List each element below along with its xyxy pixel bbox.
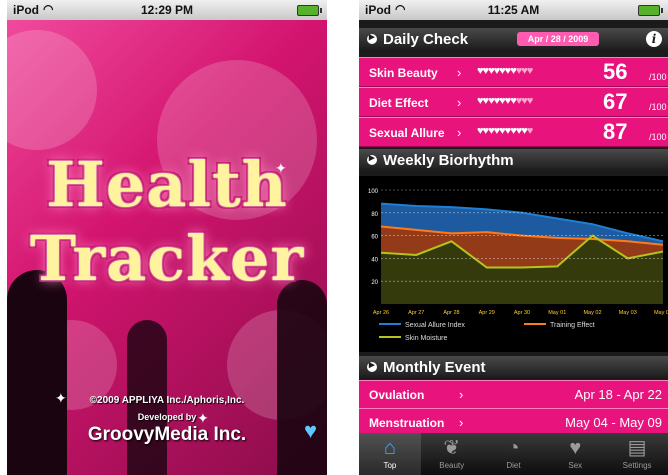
- status-bar: iPod ◠ 11:25 AM: [359, 0, 668, 20]
- metric-out-of: /100: [649, 102, 667, 112]
- metric-label: Diet Effect: [369, 96, 429, 110]
- tab-top[interactable]: ⌂ Top: [359, 433, 421, 475]
- house-icon: ⌂: [383, 437, 396, 459]
- tab-beauty[interactable]: ❦ Beauty: [421, 433, 483, 475]
- heart-rating: ♥♥♥♥♥♥♥♥♥♥: [477, 65, 533, 77]
- weekly-biorhythm-title: Weekly Biorhythm: [383, 151, 514, 169]
- daily-check-row[interactable]: Skin Beauty › ♥♥♥♥♥♥♥♥♥♥ 56/100: [359, 57, 668, 87]
- monthly-event-title: Monthly Event: [383, 358, 486, 376]
- chevron-right-icon: ›: [457, 95, 462, 110]
- chart-svg: 100 80 60 40 20 Apr 26 Apr 27 Apr 28 Apr 29 Apr 3…: [368, 189, 668, 342]
- y-tick-label: 60: [371, 235, 378, 241]
- daily-check-header: Daily Check Apr / 28 / 2009 i: [359, 28, 668, 50]
- tab-label: Settings: [622, 461, 652, 470]
- clock: 12:29 PM: [140, 3, 194, 17]
- section-bullet-icon: [367, 30, 377, 44]
- y-tick-label: 100: [368, 189, 379, 195]
- metric-label: Sexual Allure: [369, 126, 445, 140]
- toolbox-icon: ▤: [627, 437, 647, 459]
- legend-label: Sexual Allure Index: [405, 322, 465, 329]
- tab-settings[interactable]: ▤ Settings: [606, 433, 668, 475]
- metric-score: 67: [603, 89, 628, 114]
- event-label: Ovulation: [369, 388, 425, 402]
- clock: 11:25 AM: [487, 3, 540, 17]
- daily-check-row[interactable]: Sexual Allure › ♥♥♥♥♥♥♥♥♥♥ 87/100: [359, 117, 668, 147]
- metric-score: 56: [603, 59, 628, 84]
- butterfly-icon: ❦: [443, 437, 461, 459]
- metric-score: 87: [603, 119, 628, 144]
- y-tick-label: 20: [371, 280, 378, 286]
- battery-icon: [638, 5, 663, 16]
- chevron-right-icon: ›: [459, 415, 464, 430]
- x-tick-label: May 02: [583, 310, 601, 316]
- x-tick-label: May 01: [548, 310, 566, 316]
- x-tick-label: Apr 30: [514, 310, 530, 316]
- x-tick-label: Apr 29: [479, 310, 495, 316]
- chevron-right-icon: ›: [459, 387, 464, 402]
- event-date-range: Apr 18 - Apr 22: [574, 387, 662, 402]
- heart-logo-icon: ♥: [303, 418, 317, 443]
- dashboard-screen: iPod ◠ 11:25 AM Daily Check Apr / 28 / 2…: [359, 0, 668, 475]
- metric-out-of: /100: [649, 72, 667, 82]
- app-title-line1: Health: [46, 148, 288, 221]
- tab-label: Diet: [506, 461, 521, 470]
- app-title-line2: Tracker: [29, 222, 305, 295]
- weekly-biorhythm-header: Weekly Biorhythm: [359, 149, 668, 171]
- chevron-right-icon: ›: [457, 125, 462, 140]
- heart-icon: ♥: [569, 437, 582, 459]
- heart-rating: ♥♥♥♥♥♥♥♥♥♥: [477, 125, 533, 137]
- tab-label: Beauty: [439, 461, 465, 470]
- daily-check-title: Daily Check: [383, 30, 469, 48]
- metric-label: Skin Beauty: [369, 66, 438, 80]
- section-bullet-icon: [367, 358, 377, 372]
- tab-label: Top: [383, 461, 397, 470]
- event-label: Menstruation: [369, 416, 445, 430]
- tab-label: Sex: [568, 461, 583, 470]
- developer-name: GroovyMedia Inc.: [87, 424, 247, 445]
- monthly-event-row[interactable]: Ovulation › Apr 18 - Apr 22: [359, 380, 668, 410]
- tab-bar: ⌂ Top ❦ Beauty ◔ Diet ♥ Sex ▤ Settings: [359, 433, 668, 475]
- x-tick-label: May 04: [654, 310, 668, 316]
- y-tick-label: 80: [371, 212, 378, 218]
- x-tick-label: Apr 27: [408, 310, 424, 316]
- event-date-range: May 04 - May 09: [565, 415, 662, 430]
- info-icon[interactable]: i: [646, 31, 662, 47]
- legend-label: Skin Moisture: [405, 335, 448, 342]
- bubble-decoration: [7, 30, 97, 150]
- date-badge: Apr / 28 / 2009: [517, 32, 599, 46]
- legend-label: Training Effect: [550, 322, 595, 329]
- tab-sex[interactable]: ♥ Sex: [544, 433, 606, 475]
- chevron-right-icon: ›: [457, 65, 462, 80]
- status-bar: iPod ◠ 12:29 PM: [7, 0, 327, 20]
- x-tick-label: May 03: [619, 310, 637, 316]
- developed-by-text: Developed by: [137, 412, 197, 422]
- daily-check-row[interactable]: Diet Effect › ♥♥♥♥♥♥♥♥♥♥ 67/100: [359, 87, 668, 117]
- metric-out-of: /100: [649, 132, 667, 142]
- x-tick-label: Apr 26: [373, 310, 389, 316]
- y-tick-label: 40: [371, 257, 378, 263]
- x-tick-label: Apr 28: [443, 310, 459, 316]
- copyright-text: ©2009 APPLIYA Inc./Aphoris,Inc.: [89, 395, 245, 406]
- splash-screen: iPod ◠ 12:29 PM ✦ ✦ ✦ Health Tracker ©20…: [7, 0, 327, 475]
- battery-icon: [297, 5, 322, 16]
- gauge-icon: ◔: [507, 437, 520, 459]
- monthly-event-header: Monthly Event: [359, 356, 668, 378]
- biorhythm-chart[interactable]: 100 80 60 40 20 Apr 26 Apr 27 Apr 28 Apr 29 Apr 3…: [359, 176, 668, 352]
- section-bullet-icon: [367, 151, 377, 165]
- heart-rating: ♥♥♥♥♥♥♥♥♥♥: [477, 95, 533, 107]
- tab-diet[interactable]: ◔ Diet: [483, 433, 545, 475]
